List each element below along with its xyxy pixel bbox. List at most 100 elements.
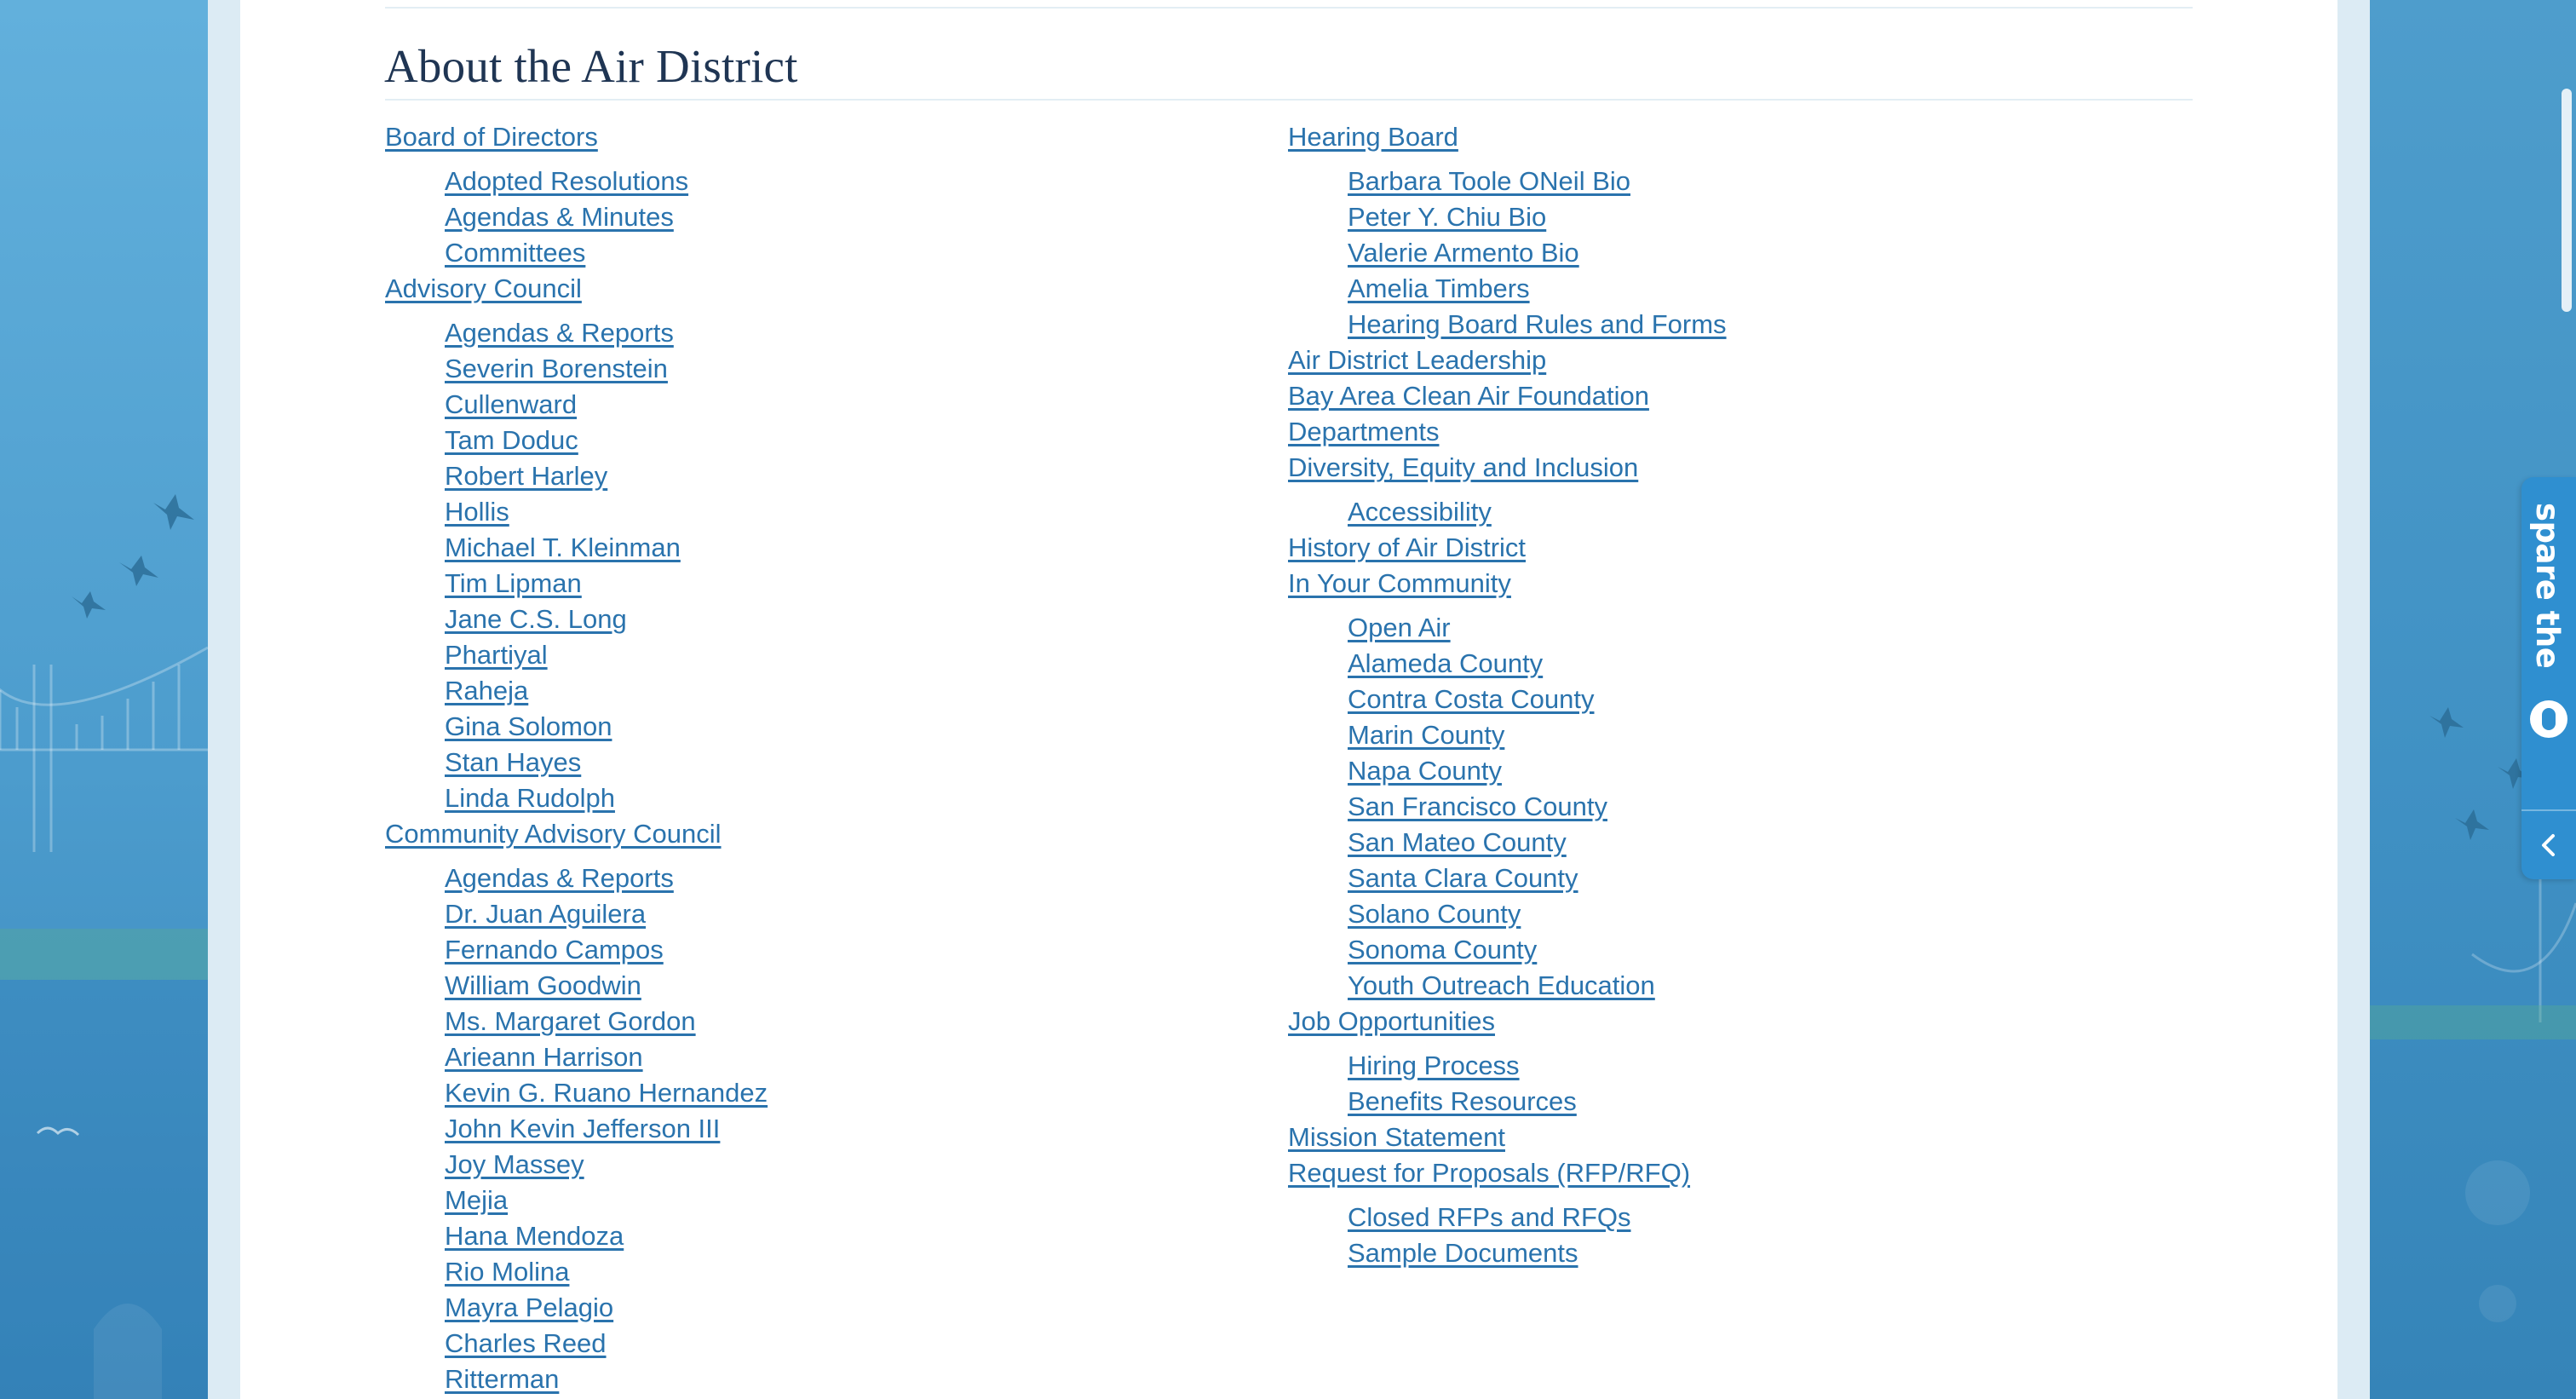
sub-link-amelia-timbers[interactable]: Amelia Timbers [1348,271,2140,307]
list-item: Santa Clara County [1348,861,2140,896]
nav-link-community-advisory-council[interactable]: Community Advisory Council [385,816,1237,852]
sub-link-closed-rfps-and-rfqs[interactable]: Closed RFPs and RFQs [1348,1200,2140,1235]
link-group-board-of-directors: Board of Directors Adopted Resolutions Age… [385,119,1237,271]
sub-link-stan-hayes[interactable]: Stan Hayes [445,745,1237,780]
list-item: Open Air [1348,610,2140,646]
nav-link-departments[interactable]: Departments [1288,414,2140,450]
sub-link-adopted-resolutions[interactable]: Adopted Resolutions [445,164,1237,199]
list-item: Dr. Juan Aguilera [445,896,1237,932]
sub-link-list-hearing-board: Barbara Toole ONeil Bio Peter Y. Chiu Bio… [1288,164,2140,343]
sub-link-william-goodwin[interactable]: William Goodwin [445,968,1237,1004]
sub-link-robert-harley[interactable]: Robert Harley [445,458,1237,494]
sub-link-list-diversity-equity-and-inclusion: Accessibility [1288,494,2140,530]
sub-link-agendas-and-minutes[interactable]: Agendas & Minutes [445,199,1237,235]
nav-link-advisory-council[interactable]: Advisory Council [385,271,1237,307]
nav-link-mission-statement[interactable]: Mission Statement [1288,1120,2140,1155]
link-group-diversity-equity-and-inclusion: Diversity, Equity and Inclusion Accessibi… [1288,450,2140,530]
sub-link-sonoma-county[interactable]: Sonoma County [1348,932,2140,968]
sub-link-list-job-opportunities: Hiring Process Benefits Resources [1288,1048,2140,1120]
sub-link-san-mateo-county[interactable]: San Mateo County [1348,825,2140,861]
nav-link-job-opportunities[interactable]: Job Opportunities [1288,1004,2140,1039]
sub-link-charles-reed[interactable]: Charles Reed [445,1326,1237,1362]
sub-link-committees[interactable]: Committees [445,235,1237,271]
sub-link-dr-juan-aguilera[interactable]: Dr. Juan Aguilera [445,896,1237,932]
sub-link-gina-solomon[interactable]: Gina Solomon [445,709,1237,745]
list-item: Kevin G. Ruano Hernandez [445,1075,1237,1111]
sub-link-kevin-g-ruano-hernandez[interactable]: Kevin G. Ruano Hernandez [445,1075,1237,1111]
sub-link-open-air[interactable]: Open Air [1348,610,2140,646]
sub-link-jane-c-s-long[interactable]: Jane C.S. Long [445,602,1237,637]
nav-link-air-district-leadership[interactable]: Air District Leadership [1288,343,2140,378]
link-group-history-of-air-district: History of Air District [1288,530,2140,566]
sub-link-peter-y-chiu-bio[interactable]: Peter Y. Chiu Bio [1348,199,2140,235]
link-group-hearing-board: Hearing Board Barbara Toole ONeil Bio Pete… [1288,119,2140,343]
sub-link-napa-county[interactable]: Napa County [1348,753,2140,789]
link-group-advisory-council: Advisory Council Agendas & Reports Severin… [385,271,1237,816]
sub-link-joy-massey[interactable]: Joy Massey [445,1147,1237,1183]
nav-link-in-your-community[interactable]: In Your Community [1288,566,2140,602]
nav-link-hearing-board[interactable]: Hearing Board [1288,119,2140,155]
list-item: Solano County [1348,896,2140,932]
list-item: Sonoma County [1348,932,2140,968]
list-item: Hiring Process [1348,1048,2140,1084]
sub-link-raheja[interactable]: Raheja [445,673,1237,709]
sub-link-san-francisco-county[interactable]: San Francisco County [1348,789,2140,825]
sub-link-mejia[interactable]: Mejia [445,1183,1237,1218]
left-link-column: Board of Directors Adopted Resolutions Age… [385,119,1237,1397]
sub-link-contra-costa-county[interactable]: Contra Costa County [1348,682,2140,717]
sub-link-hana-mendoza[interactable]: Hana Mendoza [445,1218,1237,1254]
list-item: Tim Lipman [445,566,1237,602]
sub-link-severin-borenstein[interactable]: Severin Borenstein [445,351,1237,387]
sub-link-barbara-toole-oneil-bio[interactable]: Barbara Toole ONeil Bio [1348,164,2140,199]
list-item: Linda Rudolph [445,780,1237,816]
list-item: Agendas & Minutes [445,199,1237,235]
list-item: Severin Borenstein [445,351,1237,387]
sub-link-agendas-and-reports[interactable]: Agendas & Reports [445,315,1237,351]
list-item: Accessibility [1348,494,2140,530]
sub-link-cullenward[interactable]: Cullenward [445,387,1237,423]
sub-link-fernando-campos[interactable]: Fernando Campos [445,932,1237,968]
sub-link-tam-doduc[interactable]: Tam Doduc [445,423,1237,458]
sub-link-mayra-pelagio[interactable]: Mayra Pelagio [445,1290,1237,1326]
sub-link-valerie-armento-bio[interactable]: Valerie Armento Bio [1348,235,2140,271]
list-item: Hana Mendoza [445,1218,1237,1254]
scrollbar-thumb[interactable] [2562,89,2572,312]
sub-link-sample-documents[interactable]: Sample Documents [1348,1235,2140,1271]
list-item: Ms. Margaret Gordon [445,1004,1237,1039]
sub-link-hollis[interactable]: Hollis [445,494,1237,530]
nav-link-bay-area-clean-air-foundation[interactable]: Bay Area Clean Air Foundation [1288,378,2140,414]
sub-link-agendas-and-reports[interactable]: Agendas & Reports [445,861,1237,896]
sub-link-hiring-process[interactable]: Hiring Process [1348,1048,2140,1084]
link-group-bay-area-clean-air-foundation: Bay Area Clean Air Foundation [1288,378,2140,414]
sub-link-tim-lipman[interactable]: Tim Lipman [445,566,1237,602]
sub-link-michael-t-kleinman[interactable]: Michael T. Kleinman [445,530,1237,566]
sub-link-santa-clara-county[interactable]: Santa Clara County [1348,861,2140,896]
sub-link-john-kevin-jefferson-iii[interactable]: John Kevin Jefferson III [445,1111,1237,1147]
sub-link-marin-county[interactable]: Marin County [1348,717,2140,753]
sub-link-rio-molina[interactable]: Rio Molina [445,1254,1237,1290]
sub-link-hearing-board-rules-and-forms[interactable]: Hearing Board Rules and Forms [1348,307,2140,343]
list-item: Joy Massey [445,1147,1237,1183]
list-item: Sample Documents [1348,1235,2140,1271]
heading-divider [385,99,2193,101]
sub-link-solano-county[interactable]: Solano County [1348,896,2140,932]
sub-link-accessibility[interactable]: Accessibility [1348,494,2140,530]
sub-link-alameda-county[interactable]: Alameda County [1348,646,2140,682]
list-item: Alameda County [1348,646,2140,682]
nav-link-history-of-air-district[interactable]: History of Air District [1288,530,2140,566]
sub-link-youth-outreach-education[interactable]: Youth Outreach Education [1348,968,2140,1004]
nav-link-request-for-proposals-rfp-rfq[interactable]: Request for Proposals (RFP/RFQ) [1288,1155,2140,1191]
sub-link-ms-margaret-gordon[interactable]: Ms. Margaret Gordon [445,1004,1237,1039]
list-item: Charles Reed [445,1326,1237,1362]
list-item: Phartiyal [445,637,1237,673]
sub-link-linda-rudolph[interactable]: Linda Rudolph [445,780,1237,816]
sub-link-benefits-resources[interactable]: Benefits Resources [1348,1084,2140,1120]
sub-link-ritterman[interactable]: Ritterman [445,1362,1237,1397]
sub-link-arieann-harrison[interactable]: Arieann Harrison [445,1039,1237,1075]
top-divider [385,7,2193,9]
nav-link-board-of-directors[interactable]: Board of Directors [385,119,1237,155]
sub-link-phartiyal[interactable]: Phartiyal [445,637,1237,673]
link-group-air-district-leadership: Air District Leadership [1288,343,2140,378]
nav-link-diversity-equity-and-inclusion[interactable]: Diversity, Equity and Inclusion [1288,450,2140,486]
list-item: Mejia [445,1183,1237,1218]
